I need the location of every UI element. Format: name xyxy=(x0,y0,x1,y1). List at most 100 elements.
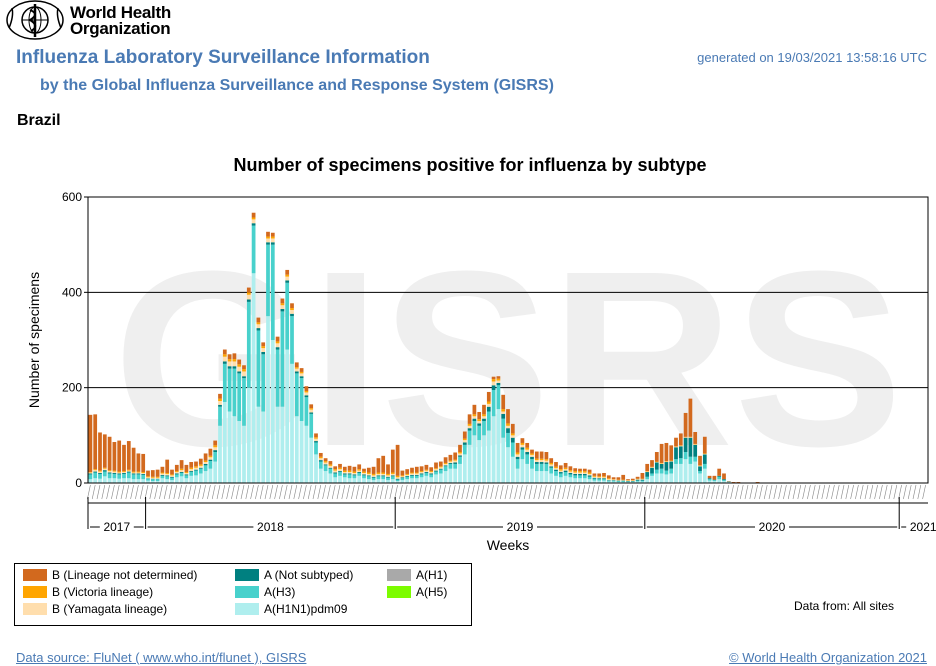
bar-segment-a-h3 xyxy=(506,432,510,448)
bar-segment-b-victoria xyxy=(496,378,501,381)
bar-segment-a-h1n1pdm09 xyxy=(702,468,707,483)
bar-segment-a-h1n1pdm09 xyxy=(323,471,328,483)
bar-segment-b-yamagata xyxy=(563,469,568,471)
bar-segment-a-not-subtyped xyxy=(227,366,232,369)
bar-segment-b-not-determined xyxy=(386,464,390,474)
x-axis-label: Weeks xyxy=(487,537,530,553)
bar-segment-b-not-determined xyxy=(664,442,669,462)
bar-segment-a-h3 xyxy=(304,397,309,426)
bar-segment-b-yamagata xyxy=(179,470,184,473)
bar-segment-a-h3 xyxy=(477,425,482,441)
bar-segment-a-h3 xyxy=(208,461,213,469)
bar-segment-b-not-determined xyxy=(304,386,309,392)
bar-segment-a-not-subtyped xyxy=(486,406,491,412)
bar-segment-a-h1n1pdm09 xyxy=(213,461,218,483)
bar-segment-a-not-subtyped xyxy=(323,464,328,466)
bar-segment-a-not-subtyped xyxy=(453,462,458,464)
bar-segment-b-not-determined xyxy=(275,336,280,342)
bar-segment-a-h1n1pdm09 xyxy=(501,437,506,483)
legend-swatch xyxy=(387,586,411,598)
bar-segment-b-not-determined xyxy=(530,449,534,454)
bar-segment-b-not-determined xyxy=(155,469,160,477)
week-tick xyxy=(87,484,91,500)
y-tick-label: 0 xyxy=(75,476,82,490)
bar-segment-b-not-determined xyxy=(227,354,232,360)
week-tick xyxy=(101,484,106,500)
bar-segment-a-not-subtyped xyxy=(400,477,405,479)
bar-segment-b-not-determined xyxy=(246,287,251,293)
data-source-link[interactable]: Data source: FluNet ( www.who.int/flunet… xyxy=(16,650,306,665)
bar-segment-a-h3 xyxy=(674,459,678,464)
bar-segment-b-not-determined xyxy=(510,423,515,434)
bar-segment-a-not-subtyped xyxy=(462,442,467,445)
bar-segment-a-not-subtyped xyxy=(429,473,434,475)
bar-segment-b-not-determined xyxy=(525,442,530,448)
bar-segment-a-h1n1pdm09 xyxy=(453,468,458,483)
bar-segment-b-not-determined xyxy=(150,470,155,477)
bar-segment-b-victoria xyxy=(318,456,323,459)
legend-swatch xyxy=(23,569,47,581)
bar-segment-a-not-subtyped xyxy=(222,361,227,364)
bar-segment-a-h3 xyxy=(688,456,693,464)
week-tick xyxy=(91,484,96,500)
bar-segment-a-not-subtyped xyxy=(515,456,520,460)
bar-segment-a-h1n1pdm09 xyxy=(654,473,659,483)
bar-segment-b-yamagata xyxy=(520,444,525,448)
bar-segment-a-h1n1pdm09 xyxy=(160,478,165,483)
bar-segment-a-h3 xyxy=(678,458,683,464)
bar-segment-b-victoria xyxy=(170,474,174,476)
bar-segment-b-victoria xyxy=(203,460,208,463)
bar-segment-a-h1n1pdm09 xyxy=(530,468,534,483)
bar-segment-a-h3 xyxy=(554,471,558,476)
bar-segment-b-victoria xyxy=(93,469,98,471)
bar-segment-b-not-determined xyxy=(645,463,650,472)
bar-segment-b-not-determined xyxy=(683,412,688,437)
bar-segment-a-h1n1pdm09 xyxy=(222,401,227,483)
bar-segment-a-not-subtyped xyxy=(362,474,366,476)
copyright-link[interactable]: © World Health Organization 2021 xyxy=(729,650,927,665)
bar-segment-b-yamagata xyxy=(592,476,597,478)
year-label: 2019 xyxy=(507,520,534,534)
bar-segment-b-not-determined xyxy=(333,466,338,470)
bar-segment-b-not-determined xyxy=(573,468,578,472)
bar-segment-a-not-subtyped xyxy=(472,418,477,422)
bar-segment-b-yamagata xyxy=(467,425,472,429)
bar-segment-b-victoria xyxy=(246,292,251,295)
bar-segment-b-yamagata xyxy=(160,473,165,475)
bar-segment-b-victoria xyxy=(275,341,280,344)
bar-segment-a-h3 xyxy=(314,442,318,455)
week-tick xyxy=(922,484,926,500)
bar-segment-b-not-determined xyxy=(400,470,405,476)
bar-segment-a-h3 xyxy=(717,476,722,480)
bar-segment-a-not-subtyped xyxy=(539,462,544,464)
bar-segment-b-victoria xyxy=(443,462,448,464)
bar-segment-a-not-subtyped xyxy=(338,471,342,473)
bar-segment-b-not-determined xyxy=(448,454,453,461)
bar-segment-a-h3 xyxy=(222,363,227,402)
bar-segment-a-not-subtyped xyxy=(366,475,371,477)
bar-segment-b-not-determined xyxy=(309,404,314,409)
bar-segment-a-h3 xyxy=(650,473,654,476)
bar-segment-b-not-determined xyxy=(582,468,587,472)
bar-segment-b-victoria xyxy=(290,308,294,310)
page-title: Influenza Laboratory Surveillance Inform… xyxy=(16,47,430,68)
bar-segment-b-not-determined xyxy=(698,455,702,466)
bar-segment-b-yamagata xyxy=(285,276,290,281)
bar-segment-a-h3 xyxy=(88,474,93,480)
bar-segment-b-not-determined xyxy=(328,461,333,465)
bar-segment-b-yamagata xyxy=(93,470,98,472)
bar-segment-a-h1n1pdm09 xyxy=(587,479,592,483)
bar-segment-a-h1n1pdm09 xyxy=(285,349,290,483)
bar-segment-a-h1n1pdm09 xyxy=(246,387,251,483)
bar-segment-b-yamagata xyxy=(390,473,395,476)
bar-segment-a-h1n1pdm09 xyxy=(126,478,131,483)
bar-segment-a-h3 xyxy=(366,476,371,480)
bar-segment-b-not-determined xyxy=(534,451,539,459)
y-axis: 0 200 400 600 xyxy=(62,190,88,490)
bar-segment-b-victoria xyxy=(592,475,597,477)
bar-segment-b-yamagata xyxy=(126,470,131,472)
bar-segment-b-yamagata xyxy=(198,465,203,468)
bar-segment-b-not-determined xyxy=(194,461,198,467)
bar-segment-b-victoria xyxy=(462,438,467,441)
legend-swatch xyxy=(23,586,47,598)
